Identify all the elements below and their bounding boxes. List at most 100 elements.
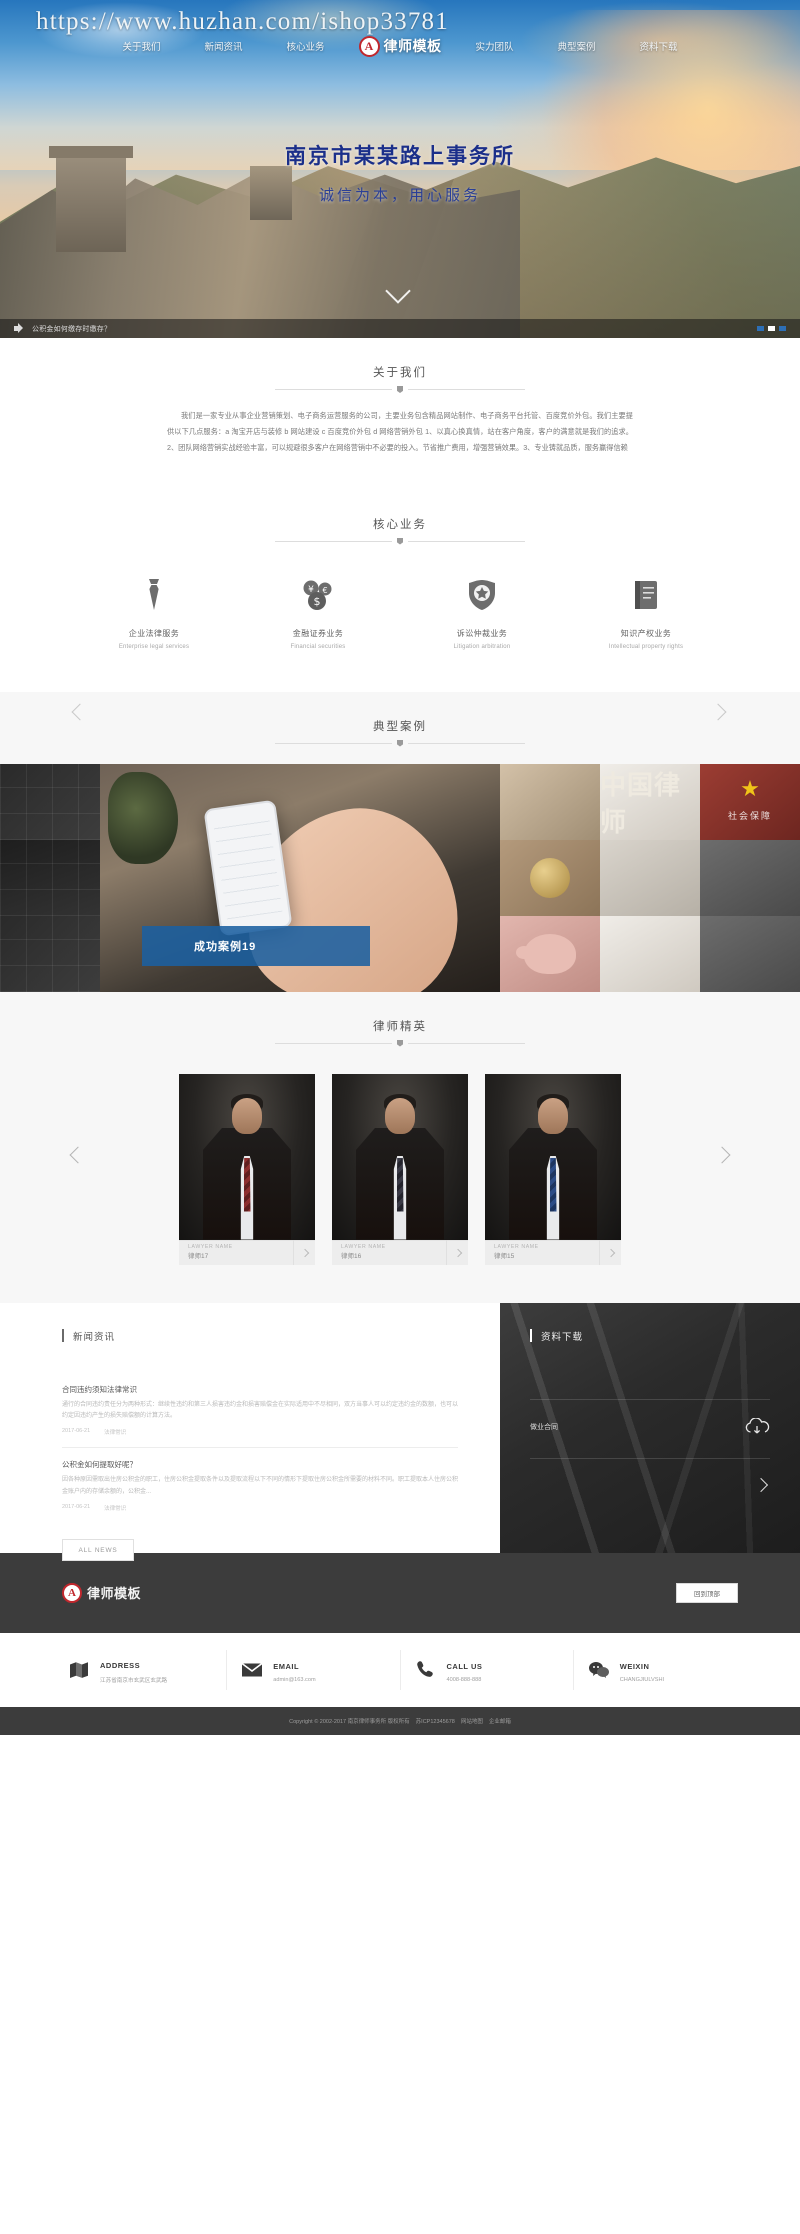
nav-item-downloads[interactable]: 资料下载 [618,39,700,53]
footer-link-icp[interactable]: 苏ICP12345678 [416,1717,455,1725]
case-tile[interactable] [700,839,800,916]
footer-link-mail[interactable]: 企业邮箱 [489,1717,511,1725]
case-tile[interactable] [600,839,700,916]
core-item-label: 诉讼仲裁业务 [456,628,508,638]
slider-dot-2[interactable] [768,326,775,331]
news-heading: 新闻资讯 [73,1331,116,1343]
core-item-sublabel: Enterprise legal services [118,643,190,650]
lawyer-photo [179,1073,315,1240]
cases-grid: 成功案例19 中国律师 社会保障 [0,763,800,992]
core-item-label: 知识产权业务 [620,628,672,638]
svg-text:¥: ¥ [308,585,314,595]
core-item-sublabel: Intellectual property rights [608,643,684,650]
contact-title: ADDRESS [100,1661,141,1671]
case-tile[interactable] [700,915,800,992]
footer-logo[interactable]: A 律师模板 [62,1582,142,1603]
nav-item-news[interactable]: 新闻资讯 [182,39,264,53]
nav-item-about[interactable]: 关于我们 [100,39,182,53]
case-tile[interactable] [0,839,100,916]
scroll-down-chevron-icon[interactable] [387,282,413,296]
case-tile[interactable]: 中国律师 [600,763,700,840]
footer-link-sitemap[interactable]: 网站地图 [461,1717,483,1725]
downloads-heading-block: 资料下载 [530,1329,770,1343]
cloud-download-icon[interactable] [744,1416,770,1436]
download-item[interactable] [530,1457,770,1493]
case-tile[interactable] [0,915,100,992]
slider-dots[interactable] [757,326,786,331]
cases-heading: 典型案例 [373,720,427,733]
lawyers-prev-button[interactable] [64,1142,90,1168]
lawyer-caption: LAWYER NAME 律师17 [179,1239,315,1266]
lawyer-card[interactable]: LAWYER NAME 律师17 [179,1073,315,1266]
core-item-ip[interactable]: 知识产权业务 Intellectual property rights [564,576,728,650]
core-item-financial[interactable]: $ ¥ € 金融证券业务 Financial securities [236,576,400,650]
news-list: 合同违约须知法律常识 通行的合同违约责任分为两种形式：继续性违约和第三人损害违约… [62,1373,458,1524]
lawyers-next-button[interactable] [710,1142,736,1168]
lawyers-heading: 律师精英 [373,1020,427,1033]
logo-mark-icon: A [358,35,380,57]
nav-item-cases[interactable]: 典型案例 [536,39,618,53]
heading-ornament-icon [392,535,408,547]
hero-subtitle: 诚信为本，用心服务 [318,187,481,204]
footer-copyright-bar: Copyright © 2002-2017 南京律师事务所 版权所有 苏ICP1… [0,1706,800,1735]
face-shape [232,1097,262,1134]
case-featured-label: 成功案例19 [142,925,370,966]
download-item[interactable]: 做业合同 [530,1398,770,1436]
lawyers-section: 律师精英 LAWYER NAME 律师17 LAWYER NAME 律师16 L… [0,991,800,1303]
heading-rule [275,737,525,749]
lawyer-card[interactable]: LAWYER NAME 律师15 [485,1073,621,1266]
case-tile[interactable]: 社会保障 [700,763,800,840]
heading-accent-bar [62,1329,64,1343]
case-tile[interactable] [600,915,700,992]
case-tile[interactable] [500,839,600,916]
case-featured-tile[interactable]: 成功案例19 [100,763,500,992]
cases-section: 典型案例 成功案例19 中国律师 社会保障 [0,691,800,992]
cases-heading-wrap: 典型案例 [0,692,800,749]
heading-accent-bar [530,1329,532,1343]
nav-item-team[interactable]: 实力团队 [454,39,536,53]
slider-dot-3[interactable] [779,326,786,331]
main-navigation: 关于我们 新闻资讯 核心业务 A 律师模板 实力团队 典型案例 资料下载 [0,30,800,62]
core-item-enterprise[interactable]: 企业法律服务 Enterprise legal services [72,576,236,650]
case-tile[interactable] [500,763,600,840]
case-tile[interactable] [500,915,600,992]
news-item-title: 公积金如何提取好呢？ [62,1460,137,1470]
cases-heading-block: 典型案例 [0,691,800,764]
lawyer-card[interactable]: LAWYER NAME 律师16 [332,1073,468,1266]
chevron-right-icon[interactable] [293,1240,315,1266]
downloads-heading: 资料下载 [541,1331,584,1343]
copyright-text: Copyright © 2002-2017 南京律师事务所 版权所有 [289,1718,410,1725]
piggy-bank-image [516,933,576,974]
plant-decoration [108,771,178,864]
all-news-button[interactable]: ALL NEWS [62,1539,134,1562]
about-section: 关于我们 我们是一家专业从事企业营销策划、电子商务运营服务的公司，主要业务包含精… [0,338,800,490]
lawyer-names: LAWYER NAME 律师16 [341,1244,386,1260]
ticker-text[interactable]: 公积金如何缴存时缴存？ [32,324,111,334]
logo-text: 律师模板 [87,1586,142,1602]
downloads-block: 资料下载 做业合同 [500,1302,800,1553]
news-item[interactable]: 公积金如何提取好呢？ 因各种原因需取出住房公积金的职工，住房公积金提取条件以及提… [62,1447,458,1523]
chevron-right-icon[interactable] [599,1240,621,1266]
slider-dot-1[interactable] [757,326,764,331]
nav-item-business[interactable]: 核心业务 [264,39,346,53]
lawyer-names: LAWYER NAME 律师15 [494,1244,539,1260]
lawyers-heading-block: 律师精英 [0,992,800,1049]
hero-text-block: 南京市某某路上事务所 诚信为本，用心服务 [0,140,800,205]
core-item-litigation[interactable]: 诉讼仲裁业务 Litigation arbitration [400,576,564,650]
core-item-label: 金融证券业务 [292,628,344,638]
core-items-row: 企业法律服务 Enterprise legal services $ ¥ € 金融证… [0,576,800,650]
chevron-right-icon[interactable] [446,1240,468,1266]
contact-text: CALL US 4008-888-888 [447,1656,483,1683]
contact-value: CHANGJIULVSHI [619,1677,665,1684]
back-to-top-button[interactable]: 回到顶部 [676,1582,738,1603]
news-item[interactable]: 合同违约须知法律常识 通行的合同违约责任分为两种形式：继续性违约和第三人损害违约… [62,1373,458,1448]
site-logo[interactable]: A 律师模板 [347,35,454,57]
contact-weixin: WEIXIN CHANGJIULVSHI [572,1649,746,1690]
case-tile[interactable] [0,763,100,840]
download-item-name: 做业合同 [530,1423,558,1431]
chevron-right-icon[interactable] [754,1477,770,1493]
contact-title: WEIXIN [619,1662,650,1672]
tie-shape [549,1157,557,1212]
site-footer: A 律师模板 回到顶部 ADDRESS 江苏省南京市玄武区玄武路 EMAIL a… [0,1552,800,1735]
about-body-text: 我们是一家专业从事企业营销策划、电子商务运营服务的公司，主要业务包含精品网站制作… [167,411,633,452]
